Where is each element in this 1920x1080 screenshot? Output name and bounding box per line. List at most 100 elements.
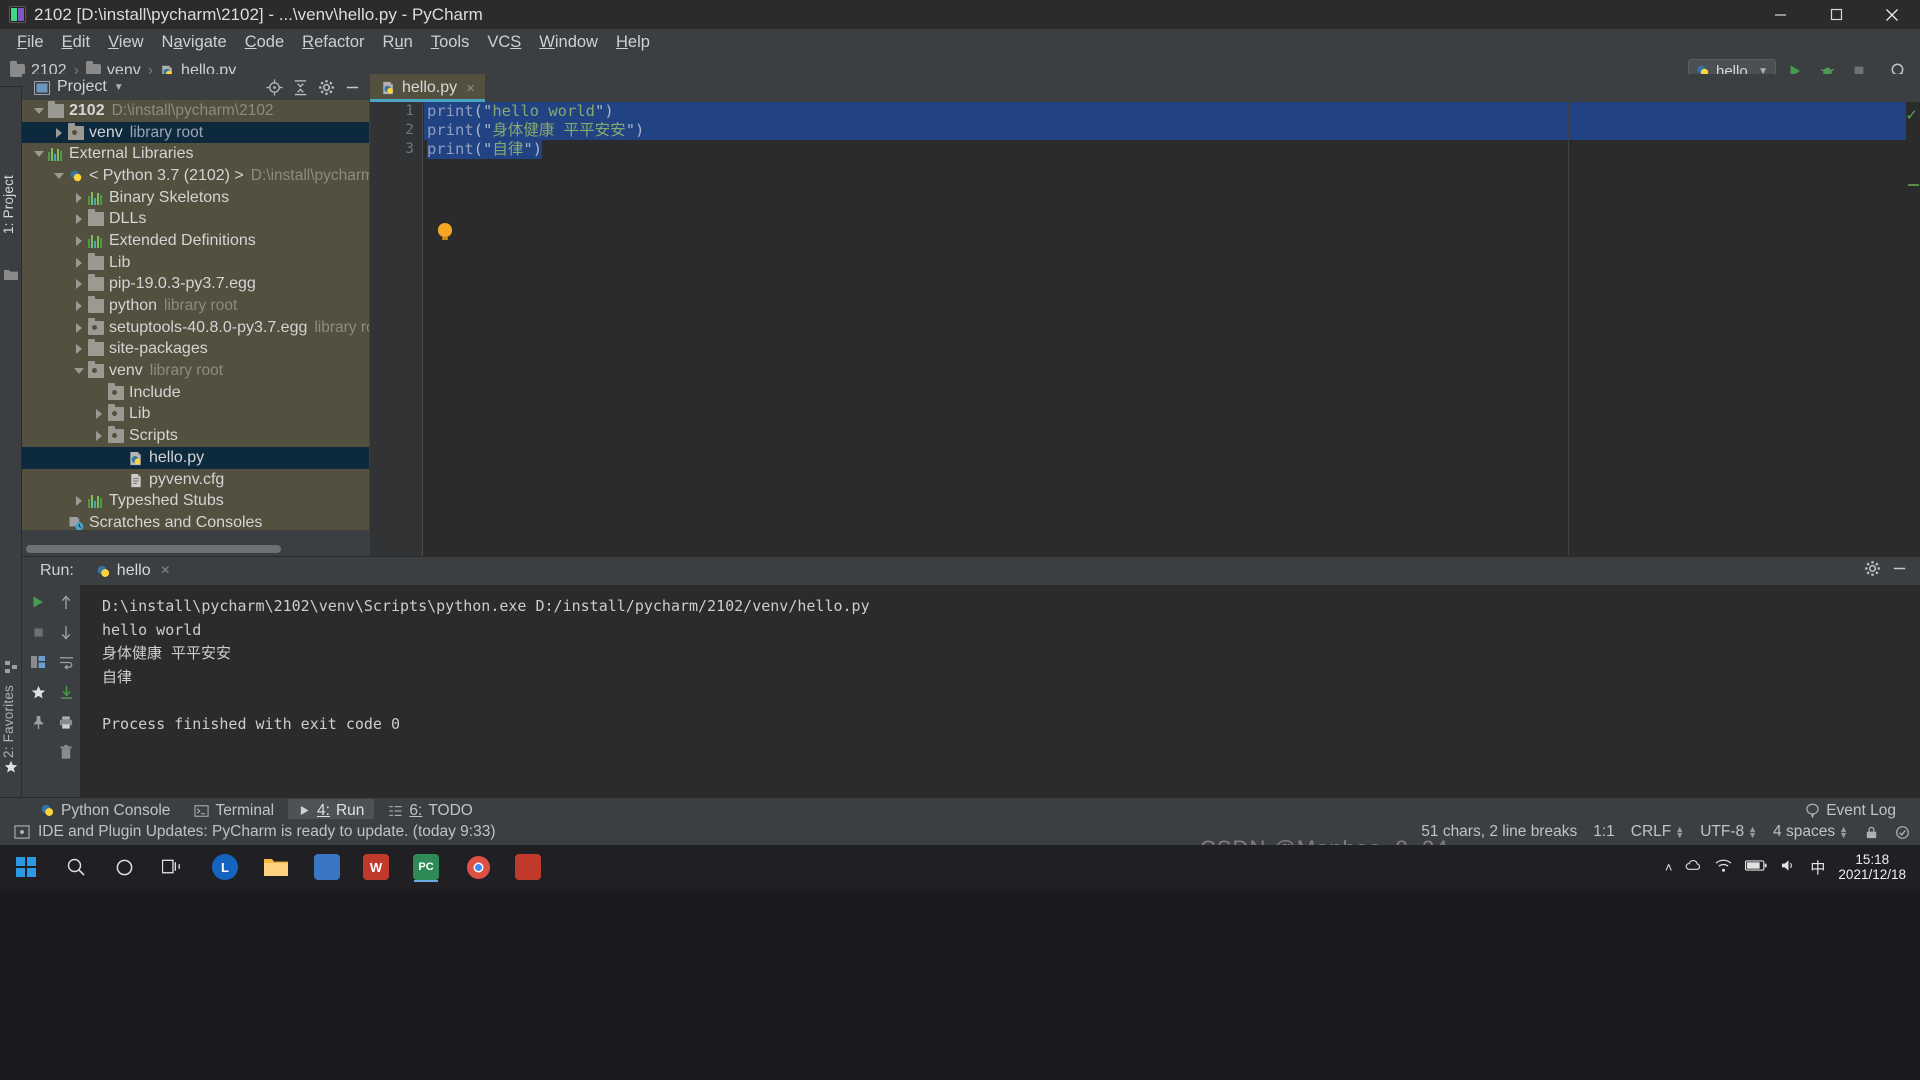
tree-row[interactable]: External Libraries [22, 143, 369, 165]
status-message[interactable]: IDE and Plugin Updates: PyCharm is ready… [38, 823, 496, 841]
tree-row[interactable]: Binary Skeletons [22, 187, 369, 209]
soft-wrap-button[interactable] [53, 649, 79, 675]
lock-icon[interactable] [1864, 825, 1879, 840]
close-button[interactable] [1864, 0, 1920, 29]
chevron-down-icon[interactable] [32, 146, 48, 162]
menu-window[interactable]: Window [530, 31, 607, 54]
tree-row[interactable]: hello.py [22, 447, 369, 469]
maximize-button[interactable] [1808, 0, 1864, 29]
chevron-right-icon[interactable] [92, 406, 108, 422]
taskbar-clock[interactable]: 15:18 2021/12/18 [1838, 852, 1906, 882]
star-favorites-button[interactable] [25, 679, 51, 705]
tree-row[interactable]: pip-19.0.3-py3.7.egg [22, 274, 369, 296]
tree-row[interactable]: < Python 3.7 (2102) >D:\install\pycharm\… [22, 165, 369, 187]
scrollbar-thumb[interactable] [26, 545, 281, 553]
chevron-down-icon[interactable]: ▼ [114, 82, 124, 93]
tree-row[interactable]: pyvenv.cfg [22, 469, 369, 491]
menu-tools[interactable]: Tools [422, 31, 479, 54]
project-tree-hscrollbar[interactable] [22, 542, 369, 556]
cortana-icon[interactable] [104, 850, 144, 884]
chevron-right-icon[interactable] [72, 493, 88, 509]
tree-row[interactable]: site-packages [22, 339, 369, 361]
run-console-output[interactable]: D:\install\pycharm\2102\venv\Scripts\pyt… [80, 585, 1920, 798]
tree-row[interactable]: Scripts [22, 425, 369, 447]
chevron-right-icon[interactable] [52, 125, 68, 141]
taskbar-app-letter-l[interactable]: L [205, 850, 245, 884]
menu-view[interactable]: View [99, 31, 152, 54]
scroll-to-end-button[interactable] [53, 679, 79, 705]
code-content[interactable]: print("hello world")print("身体健康 平平安安")pr… [424, 102, 1920, 556]
task-view-icon[interactable] [152, 850, 192, 884]
chevron-right-icon[interactable] [72, 320, 88, 336]
inspection-icon[interactable] [1895, 825, 1910, 840]
print-button[interactable] [53, 709, 79, 735]
stop-button[interactable] [25, 619, 51, 645]
battery-icon[interactable] [1745, 859, 1767, 875]
status-caret-position[interactable]: 1:1 [1593, 823, 1615, 841]
search-icon[interactable] [56, 850, 96, 884]
tree-row[interactable]: 2102D:\install\pycharm\2102 [22, 100, 369, 122]
locate-button[interactable] [263, 76, 285, 98]
chevron-up-icon[interactable]: ˄ [1665, 860, 1673, 875]
code-line[interactable]: print("hello world") [424, 102, 1920, 121]
tree-row[interactable]: Lib [22, 404, 369, 426]
run-tab-hello[interactable]: hello × [88, 560, 178, 582]
settings-button[interactable] [315, 76, 337, 98]
onedrive-icon[interactable] [1685, 858, 1702, 876]
taskbar-app-blue-note[interactable] [307, 850, 347, 884]
menu-file[interactable]: File [8, 31, 53, 54]
chevron-right-icon[interactable] [72, 276, 88, 292]
taskbar-chrome-app[interactable] [458, 850, 498, 884]
chevron-right-icon[interactable] [92, 428, 108, 444]
hide-button[interactable] [341, 76, 363, 98]
tree-row[interactable]: venvlibrary root [22, 122, 369, 144]
tree-row[interactable]: Extended Definitions [22, 230, 369, 252]
editor-tab-hello-py[interactable]: hello.py × [370, 74, 485, 102]
chevron-right-icon[interactable] [72, 298, 88, 314]
tree-row[interactable]: Include [22, 382, 369, 404]
taskbar-red-app[interactable] [508, 850, 548, 884]
taskbar-pycharm-app[interactable]: PC [406, 850, 446, 884]
menu-refactor[interactable]: Refactor [293, 31, 373, 54]
code-editor[interactable]: 123 print("hello world")print("身体健康 平平安安… [370, 102, 1920, 556]
chevron-right-icon[interactable] [72, 233, 88, 249]
menu-help[interactable]: Help [607, 31, 659, 54]
close-icon[interactable]: × [466, 80, 475, 97]
tree-row[interactable]: Lib [22, 252, 369, 274]
minimize-button[interactable] [1752, 0, 1808, 29]
menu-vcs[interactable]: VCS [478, 31, 530, 54]
taskbar-wps-app[interactable]: W [356, 850, 396, 884]
menu-run[interactable]: Run [374, 31, 422, 54]
status-indent[interactable]: 4 spaces▲▼ [1773, 823, 1848, 841]
clear-all-button[interactable] [53, 739, 79, 765]
collapse-all-button[interactable] [289, 76, 311, 98]
down-stack-button[interactable] [53, 619, 79, 645]
start-button[interactable] [7, 852, 45, 882]
intention-bulb-icon[interactable] [438, 223, 452, 237]
hide-button[interactable] [1891, 560, 1908, 582]
tree-row[interactable]: pythonlibrary root [22, 295, 369, 317]
tree-row[interactable]: Scratches and Consoles [22, 512, 369, 530]
code-line[interactable]: print("身体健康 平平安安") [424, 121, 1920, 140]
tree-row[interactable]: setuptools-40.8.0-py3.7.egglibrary root [22, 317, 369, 339]
menu-navigate[interactable]: Navigate [153, 31, 236, 54]
chevron-right-icon[interactable] [72, 211, 88, 227]
ime-icon[interactable]: 中 [1810, 857, 1825, 878]
tree-row[interactable]: venvlibrary root [22, 360, 369, 382]
settings-button[interactable] [1864, 560, 1881, 582]
chevron-right-icon[interactable] [72, 341, 88, 357]
restore-layout-button[interactable] [25, 649, 51, 675]
taskbar-file-explorer[interactable] [256, 850, 296, 884]
status-encoding[interactable]: UTF-8▲▼ [1700, 823, 1757, 841]
up-stack-button[interactable] [53, 589, 79, 615]
tree-row[interactable]: Typeshed Stubs [22, 490, 369, 512]
close-icon[interactable]: × [161, 562, 170, 580]
sidebar-tab-project[interactable]: 1: Project [1, 175, 16, 234]
strip-marker[interactable] [1908, 184, 1919, 186]
menu-edit[interactable]: Edit [53, 31, 99, 54]
sidebar-tab-favorites[interactable]: 2: Favorites [1, 685, 16, 758]
chevron-down-icon[interactable] [32, 103, 48, 119]
status-line-separator[interactable]: CRLF▲▼ [1631, 823, 1684, 841]
code-line[interactable]: print("自律") [424, 140, 1920, 159]
chevron-right-icon[interactable] [72, 190, 88, 206]
